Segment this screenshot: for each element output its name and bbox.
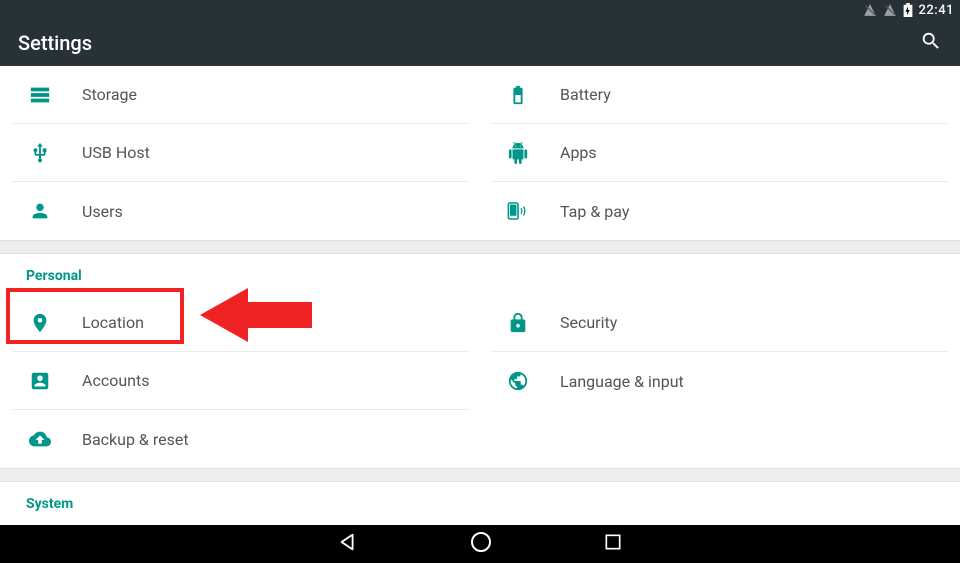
settings-item-users[interactable]: Users (12, 182, 470, 240)
section-header-system: System (12, 482, 948, 522)
settings-item-storage[interactable]: Storage (12, 66, 470, 124)
page-title: Settings (18, 31, 92, 55)
globe-icon (504, 370, 532, 392)
settings-item-tap-pay[interactable]: Tap & pay (490, 182, 948, 240)
settings-item-location[interactable]: Location (12, 294, 470, 352)
usb-icon (26, 142, 54, 164)
nav-home-button[interactable] (469, 530, 493, 558)
settings-item-label: Backup & reset (82, 430, 189, 449)
circle-home-icon (469, 530, 493, 554)
settings-group-personal: Location Accounts Backup & reset Secu (0, 294, 960, 468)
settings-item-backup-reset[interactable]: Backup & reset (12, 410, 470, 468)
settings-item-label: Location (82, 313, 144, 332)
cloud-upload-icon (26, 428, 54, 450)
settings-item-security[interactable]: Security (490, 294, 948, 352)
settings-item-label: Language & input (560, 372, 684, 391)
settings-item-label: Users (82, 202, 123, 221)
settings-content: Storage USB Host Users Battery (0, 66, 960, 525)
settings-group-device: Storage USB Host Users Battery (0, 66, 960, 240)
tap-pay-icon (504, 200, 532, 222)
battery-charging-icon (903, 3, 913, 17)
settings-item-label: Storage (82, 85, 137, 104)
signal-icon-1 (863, 3, 877, 17)
settings-item-label: Battery (560, 85, 611, 104)
settings-item-usb-host[interactable]: USB Host (12, 124, 470, 182)
navigation-bar (0, 525, 960, 563)
settings-item-label: Tap & pay (560, 202, 629, 221)
settings-item-label: USB Host (82, 143, 150, 162)
settings-item-label: Accounts (82, 371, 149, 390)
nav-back-button[interactable] (337, 531, 359, 557)
status-bar: 22:41 (0, 0, 960, 20)
section-divider (0, 240, 960, 254)
app-bar: Settings (0, 20, 960, 66)
status-clock: 22:41 (919, 3, 954, 18)
storage-icon (26, 84, 54, 106)
settings-item-battery[interactable]: Battery (490, 66, 948, 124)
settings-item-apps[interactable]: Apps (490, 124, 948, 182)
location-icon (26, 312, 54, 334)
search-button[interactable] (920, 30, 942, 56)
triangle-back-icon (337, 531, 359, 553)
settings-item-accounts[interactable]: Accounts (12, 352, 470, 410)
search-icon (920, 30, 942, 52)
signal-icon-2 (883, 3, 897, 17)
user-icon (26, 200, 54, 222)
section-header-personal: Personal (12, 254, 948, 294)
settings-item-language-input[interactable]: Language & input (490, 352, 948, 410)
android-icon (504, 142, 532, 164)
settings-item-label: Security (560, 313, 617, 332)
nav-recent-button[interactable] (603, 532, 623, 556)
lock-icon (504, 312, 532, 334)
battery-icon (504, 84, 532, 106)
section-divider (0, 468, 960, 482)
settings-item-label: Apps (560, 143, 597, 162)
account-box-icon (26, 370, 54, 392)
square-recent-icon (603, 532, 623, 552)
